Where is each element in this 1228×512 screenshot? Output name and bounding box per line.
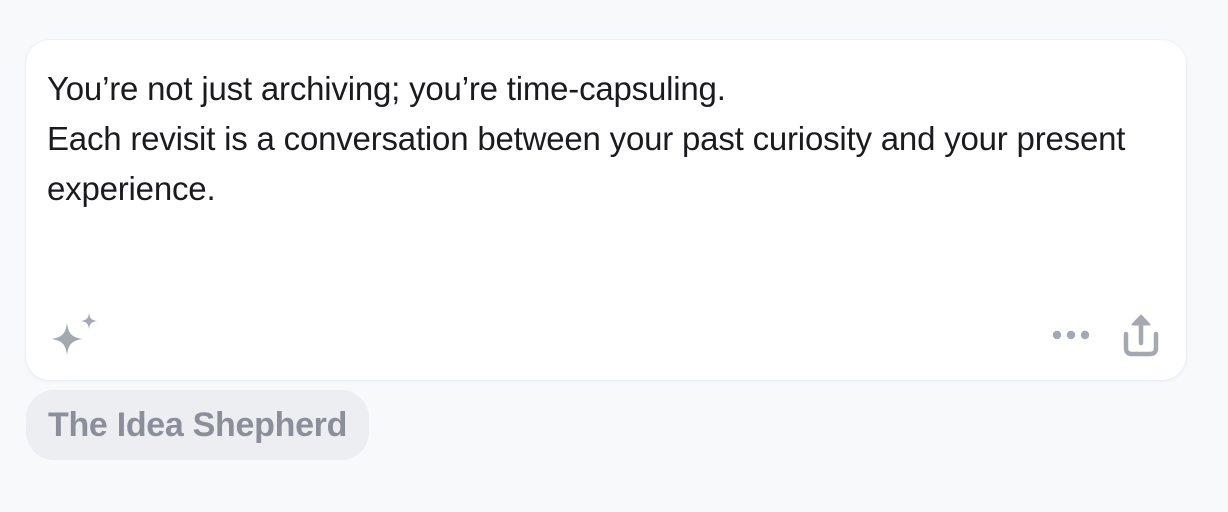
note-text: You’re not just archiving; you’re time-c… — [47, 64, 1147, 214]
note-line: You’re not just archiving; you’re time-c… — [47, 70, 726, 107]
note-card: You’re not just archiving; you’re time-c… — [26, 40, 1186, 380]
source-chip[interactable]: The Idea Shepherd — [26, 390, 370, 460]
source-label: The Idea Shepherd — [48, 405, 348, 444]
share-button[interactable] — [1118, 310, 1164, 360]
note-line: Each revisit is a conversation between y… — [47, 120, 1126, 207]
more-horizontal-icon — [1052, 330, 1090, 340]
sparkle-icon — [51, 313, 97, 355]
share-upload-icon — [1123, 314, 1159, 357]
more-options-button[interactable] — [1048, 322, 1094, 348]
ai-sparkle-button[interactable] — [45, 311, 101, 363]
